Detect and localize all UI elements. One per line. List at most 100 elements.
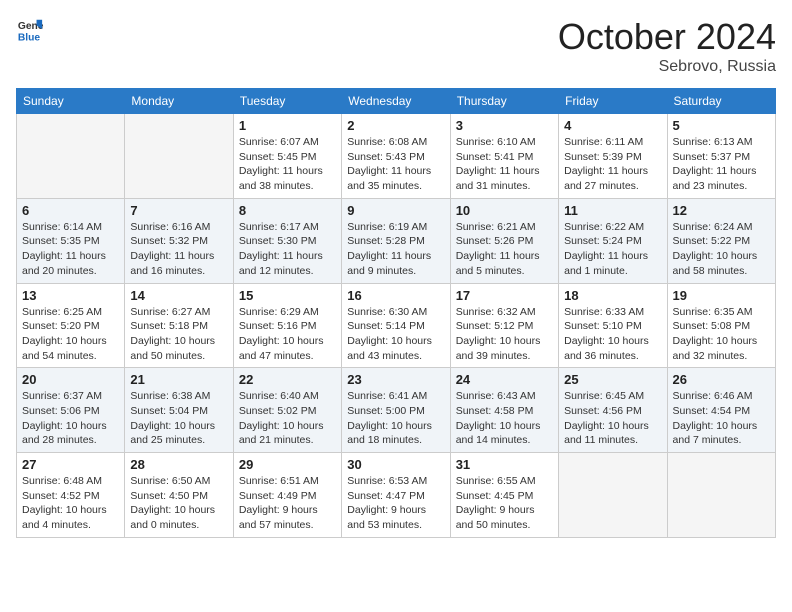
calendar-cell: 18Sunrise: 6:33 AMSunset: 5:10 PMDayligh… (559, 283, 667, 368)
day-info: Sunrise: 6:21 AMSunset: 5:26 PMDaylight:… (456, 220, 553, 279)
day-number: 30 (347, 457, 444, 472)
day-info: Sunrise: 6:14 AMSunset: 5:35 PMDaylight:… (22, 220, 119, 279)
title-block: October 2024 Sebrovo, Russia (558, 16, 776, 76)
calendar-cell: 31 Sunrise: 6:55 AMSunset: 4:45 PMDayligh… (450, 453, 558, 538)
svg-text:Blue: Blue (18, 32, 41, 43)
day-info: Sunrise: 6:50 AMSunset: 4:50 PMDaylight:… (130, 474, 227, 533)
logo: General Blue (16, 16, 44, 44)
day-info: Sunrise: 6:08 AMSunset: 5:43 PMDaylight:… (347, 135, 444, 194)
day-number: 7 (130, 203, 227, 218)
day-number: 10 (456, 203, 553, 218)
day-number: 27 (22, 457, 119, 472)
calendar-cell (559, 453, 667, 538)
calendar-cell: 20 Sunrise: 6:37 AMSunset: 5:06 PMDayligh… (17, 368, 125, 453)
day-info: Sunrise: 6:30 AMSunset: 5:14 PMDaylight:… (347, 305, 444, 364)
calendar-cell: 4Sunrise: 6:11 AMSunset: 5:39 PMDaylight… (559, 114, 667, 199)
day-info: Sunrise: 6:19 AMSunset: 5:28 PMDaylight:… (347, 220, 444, 279)
calendar-cell: 5 Sunrise: 6:13 AMSunset: 5:37 PMDaylight… (667, 114, 775, 199)
calendar-cell: 3 Sunrise: 6:10 AMSunset: 5:41 PMDaylight… (450, 114, 558, 199)
day-number: 6 (22, 203, 119, 218)
day-number: 22 (239, 372, 336, 387)
day-number: 20 (22, 372, 119, 387)
calendar-cell: 1 Sunrise: 6:07 AMSunset: 5:45 PMDaylight… (233, 114, 341, 199)
day-info: Sunrise: 6:13 AMSunset: 5:37 PMDaylight:… (673, 135, 770, 194)
day-number: 9 (347, 203, 444, 218)
day-number: 16 (347, 288, 444, 303)
weekday-header-row: SundayMondayTuesdayWednesdayThursdayFrid… (17, 89, 776, 114)
calendar-cell: 25Sunrise: 6:45 AMSunset: 4:56 PMDayligh… (559, 368, 667, 453)
day-number: 31 (456, 457, 553, 472)
day-number: 3 (456, 118, 553, 133)
day-info: Sunrise: 6:25 AMSunset: 5:20 PMDaylight:… (22, 305, 119, 364)
calendar-cell: 15Sunrise: 6:29 AMSunset: 5:16 PMDayligh… (233, 283, 341, 368)
day-info: Sunrise: 6:11 AMSunset: 5:39 PMDaylight:… (564, 135, 661, 194)
calendar-week-row: 1 Sunrise: 6:07 AMSunset: 5:45 PMDaylight… (17, 114, 776, 199)
calendar-cell (667, 453, 775, 538)
calendar-cell: 6 Sunrise: 6:14 AMSunset: 5:35 PMDaylight… (17, 198, 125, 283)
page-header: General Blue October 2024 Sebrovo, Russi… (16, 16, 776, 76)
day-info: Sunrise: 6:16 AMSunset: 5:32 PMDaylight:… (130, 220, 227, 279)
day-info: Sunrise: 6:48 AMSunset: 4:52 PMDaylight:… (22, 474, 119, 533)
calendar-table: SundayMondayTuesdayWednesdayThursdayFrid… (16, 88, 776, 538)
calendar-cell: 19Sunrise: 6:35 AMSunset: 5:08 PMDayligh… (667, 283, 775, 368)
day-number: 26 (673, 372, 770, 387)
calendar-cell: 10 Sunrise: 6:21 AMSunset: 5:26 PMDayligh… (450, 198, 558, 283)
day-number: 17 (456, 288, 553, 303)
day-number: 8 (239, 203, 336, 218)
calendar-cell: 22Sunrise: 6:40 AMSunset: 5:02 PMDayligh… (233, 368, 341, 453)
day-info: Sunrise: 6:46 AMSunset: 4:54 PMDaylight:… (673, 389, 770, 448)
weekday-header-sunday: Sunday (17, 89, 125, 114)
calendar-cell (17, 114, 125, 199)
calendar-cell: 14 Sunrise: 6:27 AMSunset: 5:18 PMDayligh… (125, 283, 233, 368)
day-info: Sunrise: 6:43 AMSunset: 4:58 PMDaylight:… (456, 389, 553, 448)
day-info: Sunrise: 6:41 AMSunset: 5:00 PMDaylight:… (347, 389, 444, 448)
calendar-cell (125, 114, 233, 199)
day-info: Sunrise: 6:35 AMSunset: 5:08 PMDaylight:… (673, 305, 770, 364)
calendar-cell: 8 Sunrise: 6:17 AMSunset: 5:30 PMDaylight… (233, 198, 341, 283)
day-info: Sunrise: 6:32 AMSunset: 5:12 PMDaylight:… (456, 305, 553, 364)
calendar-cell: 17 Sunrise: 6:32 AMSunset: 5:12 PMDayligh… (450, 283, 558, 368)
day-number: 23 (347, 372, 444, 387)
calendar-week-row: 6 Sunrise: 6:14 AMSunset: 5:35 PMDaylight… (17, 198, 776, 283)
day-number: 12 (673, 203, 770, 218)
calendar-cell: 9 Sunrise: 6:19 AMSunset: 5:28 PMDaylight… (342, 198, 450, 283)
day-info: Sunrise: 6:27 AMSunset: 5:18 PMDaylight:… (130, 305, 227, 364)
day-number: 14 (130, 288, 227, 303)
day-number: 21 (130, 372, 227, 387)
day-info: Sunrise: 6:07 AMSunset: 5:45 PMDaylight:… (239, 135, 336, 194)
day-info: Sunrise: 6:10 AMSunset: 5:41 PMDaylight:… (456, 135, 553, 194)
weekday-header-wednesday: Wednesday (342, 89, 450, 114)
day-info: Sunrise: 6:51 AMSunset: 4:49 PMDaylight:… (239, 474, 336, 533)
day-info: Sunrise: 6:33 AMSunset: 5:10 PMDaylight:… (564, 305, 661, 364)
location-title: Sebrovo, Russia (558, 58, 776, 76)
day-number: 24 (456, 372, 553, 387)
weekday-header-thursday: Thursday (450, 89, 558, 114)
day-info: Sunrise: 6:37 AMSunset: 5:06 PMDaylight:… (22, 389, 119, 448)
calendar-cell: 21 Sunrise: 6:38 AMSunset: 5:04 PMDayligh… (125, 368, 233, 453)
day-number: 5 (673, 118, 770, 133)
weekday-header-friday: Friday (559, 89, 667, 114)
day-info: Sunrise: 6:24 AMSunset: 5:22 PMDaylight:… (673, 220, 770, 279)
day-info: Sunrise: 6:17 AMSunset: 5:30 PMDaylight:… (239, 220, 336, 279)
calendar-cell: 26 Sunrise: 6:46 AMSunset: 4:54 PMDayligh… (667, 368, 775, 453)
calendar-cell: 29 Sunrise: 6:51 AMSunset: 4:49 PMDayligh… (233, 453, 341, 538)
month-title: October 2024 (558, 16, 776, 58)
day-number: 28 (130, 457, 227, 472)
day-number: 29 (239, 457, 336, 472)
day-info: Sunrise: 6:22 AMSunset: 5:24 PMDaylight:… (564, 220, 661, 279)
day-number: 11 (564, 203, 661, 218)
weekday-header-tuesday: Tuesday (233, 89, 341, 114)
day-number: 1 (239, 118, 336, 133)
day-info: Sunrise: 6:38 AMSunset: 5:04 PMDaylight:… (130, 389, 227, 448)
calendar-cell: 28 Sunrise: 6:50 AMSunset: 4:50 PMDayligh… (125, 453, 233, 538)
day-info: Sunrise: 6:55 AMSunset: 4:45 PMDaylight:… (456, 474, 553, 533)
calendar-cell: 27 Sunrise: 6:48 AMSunset: 4:52 PMDayligh… (17, 453, 125, 538)
calendar-week-row: 27 Sunrise: 6:48 AMSunset: 4:52 PMDayligh… (17, 453, 776, 538)
day-info: Sunrise: 6:29 AMSunset: 5:16 PMDaylight:… (239, 305, 336, 364)
calendar-cell: 13Sunrise: 6:25 AMSunset: 5:20 PMDayligh… (17, 283, 125, 368)
calendar-cell: 11 Sunrise: 6:22 AMSunset: 5:24 PMDayligh… (559, 198, 667, 283)
day-info: Sunrise: 6:45 AMSunset: 4:56 PMDaylight:… (564, 389, 661, 448)
calendar-cell: 12 Sunrise: 6:24 AMSunset: 5:22 PMDayligh… (667, 198, 775, 283)
logo-icon: General Blue (16, 16, 44, 44)
day-info: Sunrise: 6:53 AMSunset: 4:47 PMDaylight:… (347, 474, 444, 533)
